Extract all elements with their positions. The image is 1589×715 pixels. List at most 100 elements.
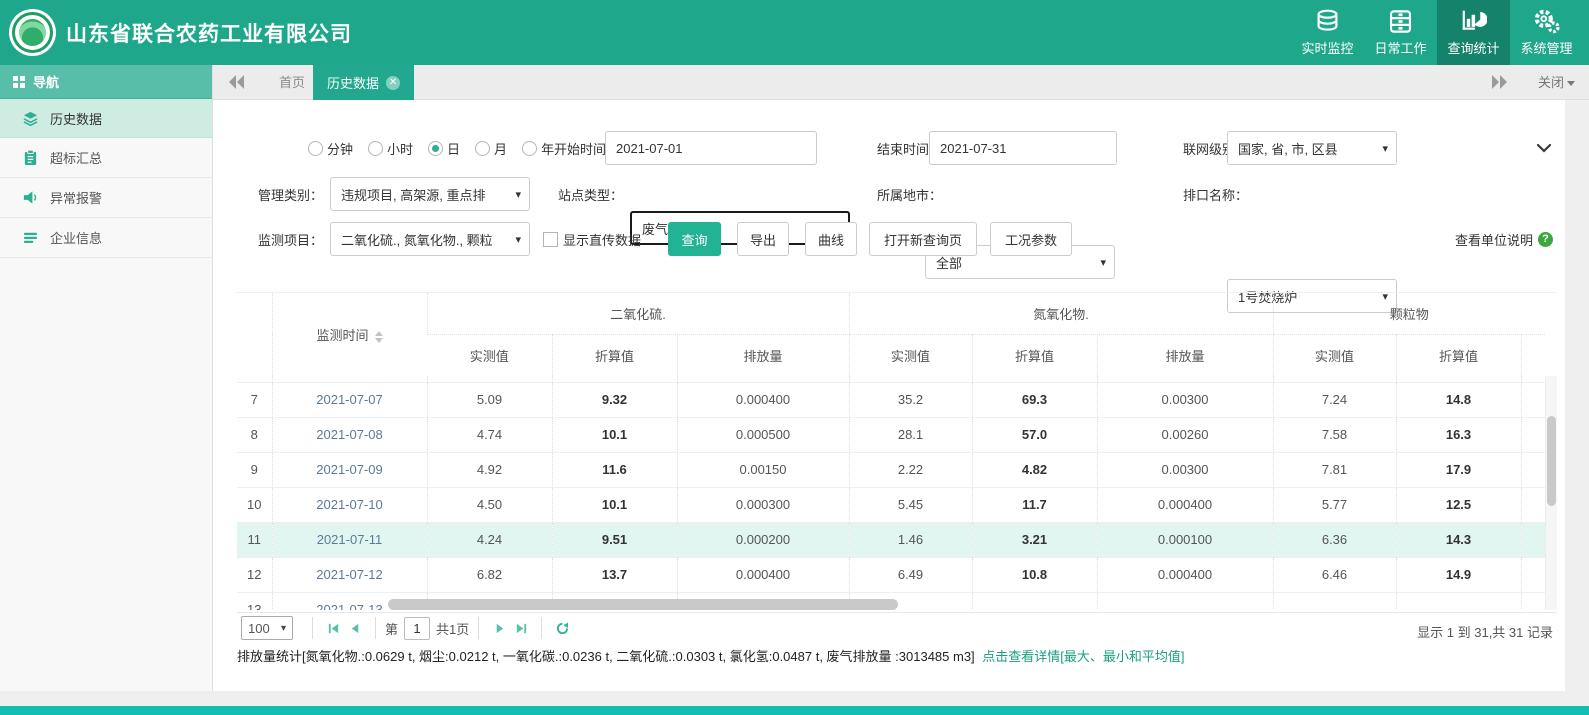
group-header-pm: 颗粒物 — [1273, 293, 1545, 334]
query-button[interactable]: 查询 — [668, 222, 721, 256]
horizontal-scrollbar-thumb[interactable] — [388, 599, 898, 610]
curve-button[interactable]: 曲线 — [805, 222, 857, 256]
monitor-time-header[interactable]: 监测时间 — [272, 293, 427, 376]
top-nav: 实时监控 日常工作 — [1291, 0, 1583, 65]
help-icon: ? — [1538, 232, 1553, 247]
sidebar-item-enterprise-info[interactable]: 企业信息 — [0, 218, 212, 258]
cell: 13.7 — [552, 557, 677, 592]
sort-icon[interactable] — [375, 331, 383, 343]
page-number-input[interactable] — [404, 617, 430, 640]
cell: 0.00150 — [677, 452, 849, 487]
nav-daily-work[interactable]: 日常工作 — [1364, 0, 1437, 65]
nav-realtime-monitor[interactable]: 实时监控 — [1291, 0, 1364, 65]
cell: 4.74 — [427, 417, 552, 452]
row-date: 2021-07-12 — [272, 557, 427, 592]
condition-params-button[interactable]: 工况参数 — [990, 222, 1072, 256]
sidebar: 导航 历史数据 超标汇总 异常报警 — [0, 65, 213, 691]
tab-history-data[interactable]: 历史数据 ✕ — [313, 65, 414, 100]
table-row[interactable]: 72021-07-075.099.320.00040035.269.30.003… — [237, 382, 1545, 417]
filter-row-1: 分钟 小时 日 月 年 开始时间： 2021-07-01 结束时间： 2021-… — [213, 131, 1565, 165]
prev-page-button[interactable] — [344, 617, 366, 639]
radio-month[interactable]: 月 — [475, 139, 507, 158]
last-page-button[interactable] — [510, 617, 532, 639]
sidebar-header: 导航 — [0, 65, 212, 98]
cell: 6.82 — [427, 557, 552, 592]
direct-data-checkbox[interactable]: 显示直传数据 — [543, 222, 641, 256]
nav-label: 查询统计 — [1447, 38, 1499, 57]
cell: 57.0 — [972, 417, 1097, 452]
row-number: 13 — [237, 592, 272, 610]
first-page-button[interactable] — [322, 617, 344, 639]
new-query-page-button[interactable]: 打开新查询页 — [869, 222, 977, 256]
page-total: 共1页 — [436, 619, 469, 638]
network-level-select[interactable]: 国家, 省, 市, 区县▾ — [1227, 131, 1397, 165]
checkbox-icon — [543, 232, 558, 247]
filter-row-2: 管理类别： 违规项目, 高架源, 重点排▾ 站点类型： 废气▾ 所属地市： 全部… — [213, 177, 1565, 211]
cell: 7.24 — [1273, 382, 1396, 417]
export-button[interactable]: 导出 — [737, 222, 789, 256]
grid-icon — [13, 76, 25, 88]
tabs-scroll-left-icon[interactable] — [228, 74, 246, 90]
view-detail-link[interactable]: 点击查看详情[最大、最小和平均值] — [982, 649, 1184, 664]
vertical-scrollbar[interactable] — [1545, 376, 1557, 610]
top-header: 山东省联合农药工业有限公司 实时监控 日常工作 — [0, 0, 1589, 65]
cell: 1.46 — [849, 522, 972, 557]
tab-close-icon[interactable]: ✕ — [386, 76, 400, 90]
table-row[interactable]: 122021-07-126.8213.70.0004006.4910.80.00… — [237, 557, 1545, 592]
nav-query-statistics[interactable]: 查询统计 — [1437, 0, 1510, 65]
table-row[interactable]: 82021-07-084.7410.10.00050028.157.00.002… — [237, 417, 1545, 452]
cell: 0.00260 — [1097, 417, 1273, 452]
collapse-filters-icon[interactable] — [1536, 143, 1552, 153]
clipboard-icon — [22, 149, 39, 166]
group-header-nox: 氮氧化物. — [849, 293, 1273, 334]
cell: 0.000400 — [677, 557, 849, 592]
cell: 11.6 — [552, 452, 677, 487]
end-time-input[interactable]: 2021-07-31 — [929, 131, 1117, 165]
sidebar-item-label: 超标汇总 — [50, 148, 102, 167]
cell — [1521, 522, 1545, 557]
main-panel: 分钟 小时 日 月 年 开始时间： 2021-07-01 结束时间： 2021-… — [213, 100, 1565, 691]
page-size-select[interactable]: 100▾ — [241, 616, 293, 640]
table-row[interactable]: 102021-07-104.5010.10.0003005.4511.70.00… — [237, 487, 1545, 522]
unit-help-link[interactable]: 查看单位说明 ? — [1455, 222, 1553, 256]
radio-day[interactable]: 日 — [428, 139, 460, 158]
sub-header: 实测值 — [427, 334, 552, 376]
table-row[interactable]: 92021-07-094.9211.60.001502.224.820.0030… — [237, 452, 1545, 487]
table-row[interactable]: 112021-07-114.249.510.0002001.463.210.00… — [237, 522, 1545, 557]
vertical-scrollbar-thumb[interactable] — [1547, 416, 1556, 506]
monitor-item-select[interactable]: 二氧化硫., 氮氧化物., 颗粒▾ — [330, 222, 530, 256]
sidebar-item-exceed-summary[interactable]: 超标汇总 — [0, 138, 212, 178]
manage-type-select[interactable]: 违规项目, 高架源, 重点排▾ — [330, 177, 530, 211]
cell — [1521, 417, 1545, 452]
refresh-button[interactable] — [551, 617, 573, 639]
row-date: 2021-07-10 — [272, 487, 427, 522]
radio-icon — [475, 141, 490, 156]
company-title: 山东省联合农药工业有限公司 — [66, 18, 352, 48]
cell: 10.1 — [552, 487, 677, 522]
next-page-button[interactable] — [488, 617, 510, 639]
start-time-input[interactable]: 2021-07-01 — [605, 131, 817, 165]
row-number: 7 — [237, 382, 272, 417]
cell — [1273, 592, 1396, 610]
outlet-label: 排口名称： — [1183, 177, 1248, 211]
cell: 4.24 — [427, 522, 552, 557]
sub-header: 折算值 — [552, 334, 677, 376]
cell: 6.36 — [1273, 522, 1396, 557]
emission-summary: 排放量统计[氮氧化物.:0.0629 t, 烟尘:0.0212 t, 一氧化碳.… — [237, 649, 975, 664]
row-number: 8 — [237, 417, 272, 452]
sidebar-item-history-data[interactable]: 历史数据 — [0, 98, 212, 138]
nav-system-manage[interactable]: 系统管理 — [1510, 0, 1583, 65]
cell: 4.82 — [972, 452, 1097, 487]
radio-minute[interactable]: 分钟 — [308, 139, 353, 158]
sub-header: 排放量 — [1097, 334, 1273, 376]
sub-header: 折算值 — [1396, 334, 1521, 376]
cell: 0.000500 — [677, 417, 849, 452]
tabs-scroll-right-icon[interactable] — [1491, 74, 1509, 90]
database-icon — [1314, 8, 1341, 35]
radio-hour[interactable]: 小时 — [368, 139, 413, 158]
sidebar-item-abnormal-alarm[interactable]: 异常报警 — [0, 178, 212, 218]
close-tabs-menu[interactable]: 关闭 — [1538, 65, 1575, 100]
radio-year[interactable]: 年 — [522, 139, 554, 158]
cell: 14.3 — [1396, 522, 1521, 557]
cell: 28.1 — [849, 417, 972, 452]
